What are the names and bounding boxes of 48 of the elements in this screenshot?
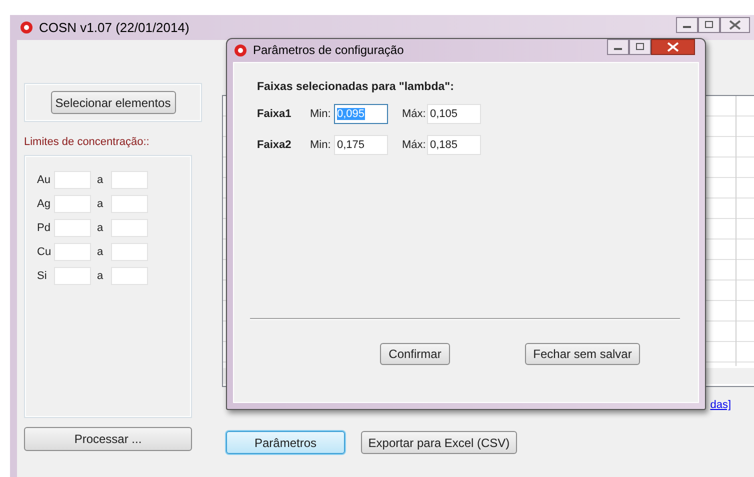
process-button[interactable]: Processar ...	[24, 427, 192, 451]
maximize-icon[interactable]	[698, 17, 720, 33]
min-label: Min:	[310, 139, 332, 151]
max-label: Máx:	[402, 108, 427, 120]
range-label: Faixa2	[257, 139, 292, 151]
export-button[interactable]: Exportar para Excel (CSV)	[361, 431, 517, 454]
input-field[interactable]	[54, 171, 91, 189]
input-field[interactable]	[54, 219, 91, 237]
maximize-icon[interactable]	[629, 39, 651, 55]
input-field[interactable]	[111, 171, 148, 189]
section-heading: Faixas selecionadas para "lambda":	[257, 81, 455, 93]
limits-label: Limites de concentração::	[24, 136, 150, 148]
app-icon	[20, 21, 33, 34]
minimize-icon[interactable]	[676, 17, 698, 33]
input-field[interactable]	[111, 219, 148, 237]
dialog-title: Parâmetros de configuração	[253, 43, 404, 57]
element-label: Au	[37, 174, 52, 186]
element-label: Pd	[37, 222, 52, 234]
window-title: COSN v1.07 (22/01/2014)	[39, 20, 190, 35]
element-label: Ag	[37, 198, 52, 210]
input-field[interactable]	[54, 243, 91, 261]
max-label: Máx:	[402, 139, 427, 151]
input-field[interactable]	[111, 267, 148, 285]
confirm-button[interactable]: Confirmar	[380, 343, 450, 365]
link[interactable]: das]	[710, 399, 731, 411]
range-label: Faixa1	[257, 108, 292, 120]
input-field[interactable]	[54, 195, 91, 213]
separator-label: a	[96, 270, 104, 282]
close-without-saving-button[interactable]: Fechar sem salvar	[525, 343, 640, 365]
separator-label: a	[96, 198, 104, 210]
min-field[interactable]: 0,175	[334, 135, 388, 155]
separator-label: a	[96, 246, 104, 258]
select-elements-button[interactable]: Selecionar elementos	[50, 91, 176, 114]
separator-label: a	[96, 222, 104, 234]
input-field[interactable]	[111, 243, 148, 261]
element-label: Si	[37, 270, 48, 282]
max-field[interactable]: 0,185	[427, 135, 481, 155]
element-label: Cu	[37, 246, 52, 258]
close-icon[interactable]	[720, 17, 750, 33]
minimize-icon[interactable]	[607, 39, 629, 55]
input-field[interactable]	[54, 267, 91, 285]
close-icon[interactable]	[651, 39, 695, 55]
max-field[interactable]: 0,105	[427, 104, 481, 124]
input-field[interactable]	[111, 195, 148, 213]
separator-label: a	[96, 174, 104, 186]
min-label: Min:	[310, 108, 332, 120]
parameters-button[interactable]: Parâmetros	[226, 431, 345, 454]
app-icon	[234, 44, 247, 56]
